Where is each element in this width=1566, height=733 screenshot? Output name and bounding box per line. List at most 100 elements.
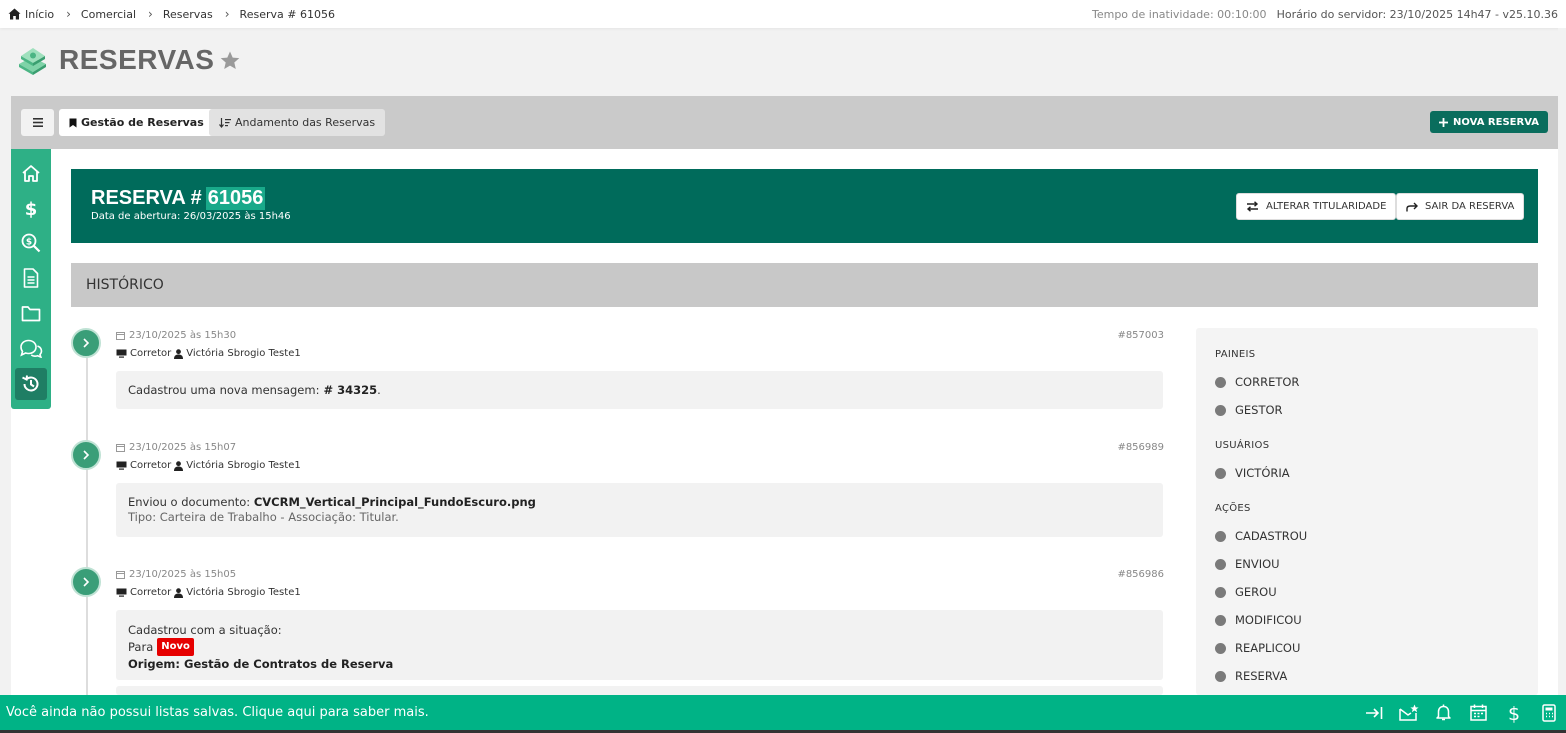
filter-item-victoria[interactable]: VICTÓRIA	[1215, 466, 1290, 480]
entry-text: Cadastrou com a situação:	[128, 623, 282, 637]
breadcrumb-item-inicio[interactable]: Início	[25, 8, 54, 21]
filter-dot	[1215, 530, 1226, 542]
tab-gestao-de-reservas[interactable]: Gestão de Reservas	[59, 109, 214, 136]
entry-text: Cadastrou uma nova mensagem:	[128, 383, 320, 397]
filter-item-enviou[interactable]: ENVIOU	[1215, 557, 1280, 571]
monitor-icon	[116, 461, 127, 470]
chevron-right-icon	[83, 577, 90, 587]
expand-entry-button[interactable]	[71, 328, 101, 358]
entry-user-name: Victória Sbrogio Teste1	[186, 348, 301, 359]
entry-text: Enviou o documento:	[128, 495, 254, 509]
entry-role: Corretor	[130, 348, 172, 359]
entry-id: #856986	[1117, 569, 1164, 580]
rail-item-documentos[interactable]	[15, 262, 47, 294]
bell-icon	[1436, 704, 1451, 721]
nova-reserva-button[interactable]: NOVA RESERVA	[1430, 111, 1548, 133]
filter-item-reaplicou[interactable]: REAPLICOU	[1215, 641, 1300, 655]
user-icon	[174, 587, 184, 598]
svg-text:$: $	[25, 199, 38, 218]
entry-document-type: Tipo: Carteira de Trabalho - Associação:…	[128, 510, 399, 524]
filter-panel: PAINEIS CORRETOR GESTOR USUÁRIOS VICTÓRI…	[1196, 328, 1538, 695]
filter-label: ENVIOU	[1235, 557, 1280, 571]
plus-icon	[1439, 117, 1449, 127]
history-entry: 23/10/2025 às 15h05 #856986 Corretor Vic…	[71, 567, 1164, 695]
filter-dot	[1215, 614, 1226, 626]
share-arrow-icon	[1406, 202, 1418, 211]
entry-datetime-text: 23/10/2025 às 15h07	[129, 442, 237, 453]
filter-item-cadastrou[interactable]: CADASTROU	[1215, 529, 1307, 543]
sair-da-reserva-button[interactable]: SAIR DA RESERVA	[1396, 193, 1525, 220]
breadcrumb-item-current: Reserva # 61056	[239, 7, 335, 21]
calculator-button[interactable]	[1531, 695, 1566, 730]
monitor-icon	[116, 588, 127, 597]
alterar-titularidade-button[interactable]: ALTERAR TITULARIDADE	[1236, 193, 1397, 220]
page-title: RESERVAS	[59, 44, 215, 75]
entry-user: Corretor Victória Sbrogio Teste1	[116, 348, 301, 359]
svg-text:$: $	[26, 238, 32, 248]
entry-role: Corretor	[130, 460, 172, 471]
entry-datetime-text: 23/10/2025 às 15h05	[129, 569, 237, 580]
tab-andamento-das-reservas[interactable]: Andamento das Reservas	[209, 109, 386, 136]
filter-section-acoes: AÇÕES	[1215, 503, 1251, 514]
notifications-button[interactable]	[1426, 695, 1461, 730]
filter-dot	[1215, 404, 1226, 416]
chevron-right-icon	[83, 450, 90, 460]
calendar-icon	[1470, 704, 1487, 721]
filter-dot	[1215, 467, 1226, 479]
page-header: RESERVAS	[16, 44, 240, 76]
breadcrumb: Início › Comercial › Reservas › Reserva …	[8, 7, 335, 21]
mail-star-icon	[1398, 704, 1419, 721]
filter-item-corretor[interactable]: CORRETOR	[1215, 375, 1299, 389]
filter-item-reserva[interactable]: RESERVA	[1215, 669, 1287, 683]
calculator-icon	[1541, 703, 1556, 722]
rail-item-pastas[interactable]	[15, 297, 47, 329]
rail-item-search-dollar[interactable]: $	[15, 227, 47, 259]
financial-button[interactable]: $	[1496, 695, 1531, 730]
filter-label: VICTÓRIA	[1235, 466, 1290, 480]
home-icon	[22, 164, 40, 182]
rail-item-mensagens[interactable]	[15, 332, 47, 364]
reserva-title-prefix: RESERVA #	[91, 187, 202, 209]
breadcrumb-item-comercial[interactable]: Comercial	[81, 8, 136, 21]
calendar-button[interactable]	[1461, 695, 1496, 730]
tab-label: Gestão de Reservas	[81, 116, 204, 129]
tab-bar: Gestão de Reservas Andamento das Reserva…	[11, 96, 1558, 149]
filter-item-gerou[interactable]: GEROU	[1215, 585, 1277, 599]
filter-label: GESTOR	[1235, 403, 1283, 417]
rail-item-home[interactable]	[15, 157, 47, 189]
reserva-title: RESERVA # 61056	[91, 187, 266, 210]
menu-toggle-button[interactable]	[21, 109, 54, 136]
mail-star-button[interactable]	[1391, 695, 1426, 730]
star-icon[interactable]	[220, 51, 240, 70]
collapse-button[interactable]	[1356, 695, 1391, 730]
filter-item-gestor[interactable]: GESTOR	[1215, 403, 1283, 417]
history-entry: 23/10/2025 às 15h07 #856989 Corretor Vic…	[71, 440, 1164, 538]
collapse-arrow-icon	[1365, 706, 1382, 719]
filter-label: RESERVA	[1235, 669, 1288, 683]
expand-entry-button[interactable]	[71, 440, 101, 470]
scrollbar-track[interactable]	[1558, 28, 1566, 695]
status-badge: Novo	[157, 638, 194, 656]
entry-document-name: CVCRM_Vertical_Principal_FundoEscuro.png	[253, 495, 536, 509]
rail-item-financeiro[interactable]: $	[15, 192, 47, 224]
tab-label: Andamento das Reservas	[235, 116, 376, 129]
sort-icon	[219, 117, 231, 128]
expand-entry-button[interactable]	[71, 567, 101, 597]
breadcrumb-home[interactable]: Início	[8, 8, 54, 21]
home-icon	[8, 8, 21, 20]
entry-content: Enviou o documento: CVCRM_Vertical_Princ…	[116, 483, 1163, 537]
monitor-icon	[116, 349, 127, 358]
bottom-bar: Você ainda não possui listas salvas. Cli…	[0, 695, 1566, 730]
saved-lists-message[interactable]: Você ainda não possui listas salvas. Cli…	[6, 705, 429, 720]
reserva-header: RESERVA # 61056 Data de abertura: 26/03/…	[71, 169, 1538, 243]
document-icon	[23, 268, 39, 288]
filter-item-modificou[interactable]: MODIFICOU	[1215, 613, 1302, 627]
entry-id: #857003	[1117, 330, 1164, 341]
inactivity-timer: Tempo de inatividade: 00:10:00	[1091, 7, 1267, 21]
entry-content: Cadastrou uma nova mensagem: # 34325 .	[116, 371, 1163, 409]
rail-item-historico[interactable]	[15, 368, 47, 400]
breadcrumb-item-reservas[interactable]: Reservas	[163, 8, 213, 21]
alterar-titularidade-label: ALTERAR TITULARIDADE	[1266, 201, 1387, 212]
history-icon	[22, 375, 39, 392]
filter-label: CADASTROU	[1235, 529, 1308, 543]
